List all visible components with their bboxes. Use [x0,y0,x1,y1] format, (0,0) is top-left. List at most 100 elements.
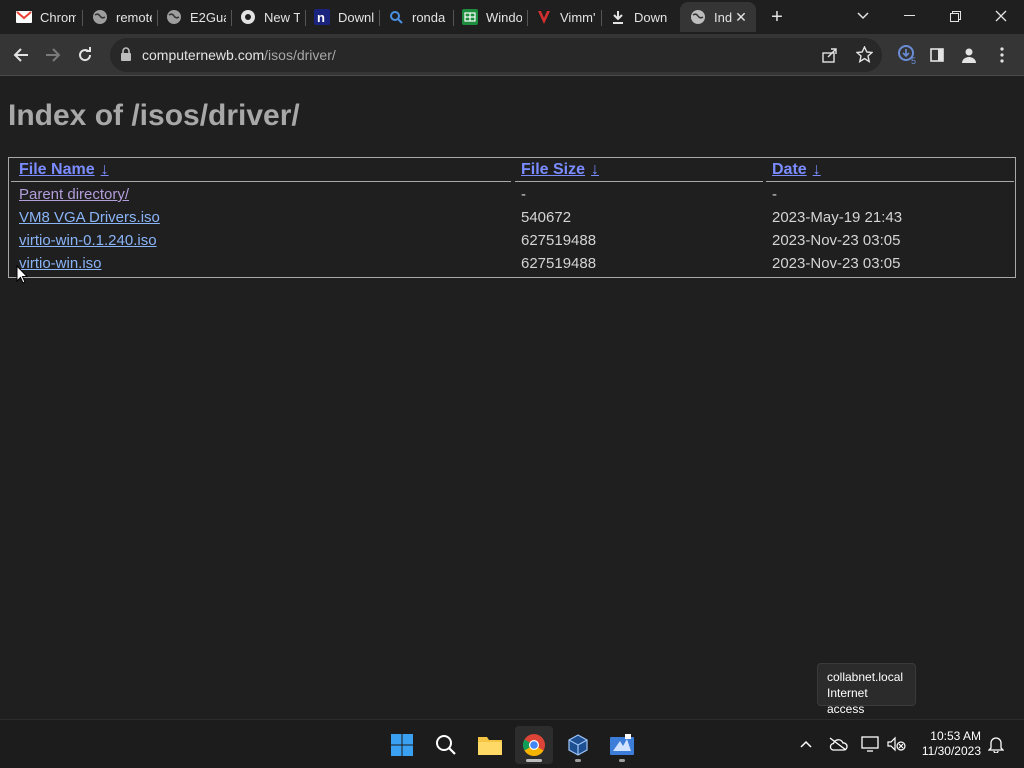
chevron-down-icon [857,12,869,20]
show-hidden-icons-button[interactable] [794,732,818,756]
header-divider [766,181,1014,182]
lock-icon [120,47,132,66]
tooltip-line: Internet access [827,686,868,716]
tab-strip: Chrom remote E2Gua New T n Downl ronda W… [0,0,1024,34]
sort-arrow-icon: ↓ [100,161,109,178]
menu-button[interactable] [987,40,1017,70]
file-link[interactable]: VM8 VGA Drivers.iso [19,209,160,226]
app-taskbar-button[interactable] [603,726,641,764]
kebab-menu-icon [1000,47,1004,63]
globe-icon [92,9,108,25]
star-icon[interactable] [855,45,874,68]
tab-title: Vimm' [560,9,596,25]
minimize-icon [903,15,915,16]
display-tray-icon[interactable] [858,732,882,756]
taskbar-search-button[interactable] [427,726,465,764]
gmail-icon [16,9,32,25]
file-date: 2023-Nov-23 03:05 [772,232,901,249]
restore-button[interactable] [932,0,978,32]
url-text: computernewb.com/isos/driver/ [142,47,336,63]
notifications-button[interactable] [984,732,1008,756]
globe-icon [166,9,182,25]
monitor-icon [861,736,879,752]
tab-title: New T [264,9,300,25]
share-icon[interactable] [822,47,838,68]
file-explorer-button[interactable] [471,726,509,764]
new-tab-button[interactable]: + [767,7,787,27]
globe-icon [690,9,706,25]
tab-title: Down [634,9,668,25]
tab-6[interactable]: Windo [446,2,526,32]
url-domain: computernewb.com [142,47,265,63]
running-indicator [619,759,625,762]
header-label: File Size [521,161,586,178]
clock-date: 11/30/2023 [921,744,981,758]
start-button[interactable] [383,726,421,764]
arrow-right-icon [46,48,61,62]
side-panel-icon [930,48,944,62]
browser-toolbar: computernewb.com/isos/driver/ 5 [0,34,1024,76]
header-file-size[interactable]: File Size ↓ [521,161,599,183]
folder-icon [478,737,502,755]
search-icon [388,9,404,25]
file-size: 627519488 [521,255,597,272]
tab-3[interactable]: New T [224,2,304,32]
reload-icon [79,47,92,62]
running-indicator [575,759,581,762]
close-tab-icon[interactable]: ✕ [732,8,750,26]
svg-text:n: n [317,10,325,25]
minimize-button[interactable] [886,0,932,32]
back-button[interactable] [6,40,36,70]
mouse-cursor-icon [16,264,29,289]
file-date: 2023-May-19 21:43 [772,209,903,226]
file-link[interactable]: virtio-win.iso [19,255,102,272]
header-date[interactable]: Date ↓ [772,161,821,183]
n-icon: n [314,9,330,25]
network-tooltip: collabnet.local Internet access [817,663,916,716]
speaker-muted-icon [887,736,906,752]
sheets-icon [462,9,478,25]
volume-tray-icon[interactable] [884,732,908,756]
reload-button[interactable] [70,40,100,70]
close-window-button[interactable] [978,0,1024,32]
chrome-taskbar-button[interactable] [515,726,553,764]
tab-4[interactable]: n Downl [298,2,378,32]
tab-search-button[interactable] [840,0,886,32]
windows-logo-icon [391,734,413,756]
arrow-left-icon [13,48,28,62]
download-icon [610,9,626,25]
bell-icon [988,737,1004,753]
chrome-icon [523,734,545,756]
tab-7[interactable]: Vimm' [520,2,600,32]
file-link[interactable]: virtio-win-0.1.240.iso [19,232,157,249]
file-link-parent[interactable]: Parent directory/ [19,186,129,203]
side-panel-button[interactable] [922,40,952,70]
header-label: File Name [19,161,95,178]
tab-8[interactable]: Down [594,2,674,32]
page-content: Index of /isos/driver/ File Name ↓ File S… [0,77,1024,719]
chrome-icon [240,9,256,25]
onedrive-tray-icon[interactable] [826,732,850,756]
cloud-off-icon [829,737,848,751]
header-label: Date [772,161,807,178]
taskbar-clock[interactable]: 10:53 AM 11/30/2023 [922,729,981,759]
tab-1[interactable]: remote [76,2,156,32]
tab-9-active[interactable]: Ind ✕ [680,2,756,32]
tab-2[interactable]: E2Gua [150,2,230,32]
address-bar[interactable]: computernewb.com/isos/driver/ [110,38,882,72]
header-file-name[interactable]: File Name ↓ [19,161,109,183]
tab-title: ronda [412,9,446,25]
virtualbox-taskbar-button[interactable] [559,726,597,764]
file-date: - [772,186,777,203]
forward-button[interactable] [38,40,68,70]
tab-5[interactable]: ronda [372,2,452,32]
sort-arrow-icon: ↓ [591,161,600,178]
close-icon [995,10,1007,22]
chevron-up-icon [800,740,812,748]
downloads-button[interactable]: 5 [892,40,922,70]
vimm-icon [536,9,552,25]
tab-0[interactable]: Chrom [0,2,80,32]
search-icon [436,735,456,755]
file-size: 540672 [521,209,572,226]
profile-button[interactable] [954,40,984,70]
